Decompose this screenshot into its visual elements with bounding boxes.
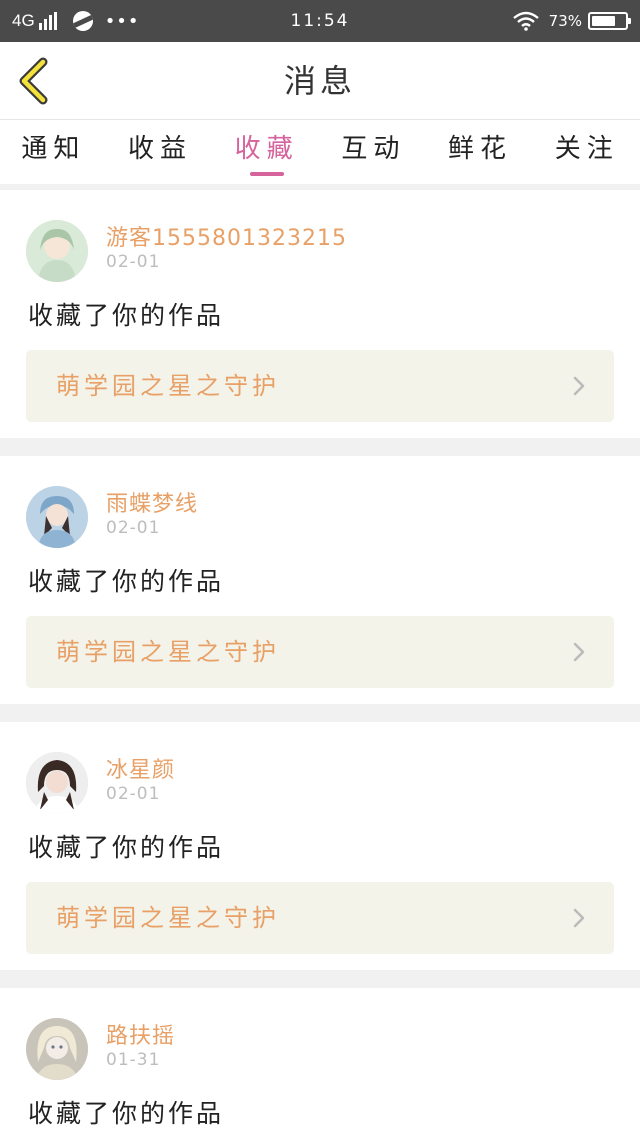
tab-flowers[interactable]: 鲜花 xyxy=(427,120,534,184)
avatar[interactable] xyxy=(26,752,88,814)
work-title: 萌学园之星之守护 xyxy=(56,904,280,932)
message-list: 游客15558013232​15 02-01 收藏了你的作品 萌学园之星之守护 … xyxy=(0,190,640,1138)
message-item: 游客15558013232​15 02-01 收藏了你的作品 萌学园之星之守护 xyxy=(0,190,640,438)
message-date: 02-01 xyxy=(106,784,161,804)
work-link[interactable]: 萌学园之星之守护 xyxy=(26,616,614,688)
chevron-right-icon xyxy=(573,376,585,396)
work-title: 萌学园之星之守护 xyxy=(56,372,280,400)
work-title: 萌学园之星之守护 xyxy=(56,638,280,666)
username[interactable]: 雨蝶梦线 xyxy=(106,486,198,518)
message-date: 02-01 xyxy=(106,252,161,272)
username[interactable]: 路扶摇 xyxy=(106,1018,175,1050)
battery-level xyxy=(592,16,616,26)
chevron-right-icon xyxy=(573,642,585,662)
battery-icon xyxy=(588,12,631,30)
message-text: 收藏了你的作品 xyxy=(28,1099,225,1128)
message-item: 雨蝶梦线 02-01 收藏了你的作品 萌学园之星之守护 xyxy=(0,456,640,704)
message-text: 收藏了你的作品 xyxy=(28,833,225,862)
battery-percent: 73% xyxy=(548,12,582,30)
page-title: 消息 xyxy=(283,62,356,100)
tab-bar: 通知 收益 收藏 互动 鲜花 关注 xyxy=(0,120,640,184)
tab-earnings[interactable]: 收益 xyxy=(107,120,214,184)
top-bar: 消息 xyxy=(0,42,640,120)
status-bar: 4G ••• 11:54 73% xyxy=(0,0,640,42)
work-link[interactable]: 萌学园之星之守护 xyxy=(26,882,614,954)
message-text: 收藏了你的作品 xyxy=(28,301,225,330)
tab-notifications[interactable]: 通知 xyxy=(0,120,107,184)
message-date: 01-31 xyxy=(106,1050,161,1070)
avatar[interactable] xyxy=(26,1018,88,1080)
chevron-right-icon xyxy=(573,908,585,928)
avatar[interactable] xyxy=(26,486,88,548)
wifi-icon xyxy=(512,11,539,31)
username[interactable]: 游客15558013232​15 xyxy=(106,220,347,252)
message-item: 路扶摇 01-31 收藏了你的作品 xyxy=(0,988,640,1138)
message-item: 冰星颜 02-01 收藏了你的作品 萌学园之星之守护 xyxy=(0,722,640,970)
tab-interactions[interactable]: 互动 xyxy=(320,120,427,184)
message-text: 收藏了你的作品 xyxy=(28,567,225,596)
status-right: 73% xyxy=(512,0,631,42)
work-link[interactable]: 萌学园之星之守护 xyxy=(26,350,614,422)
tab-favorites[interactable]: 收藏 xyxy=(213,120,320,184)
tab-following[interactable]: 关注 xyxy=(533,120,640,184)
username[interactable]: 冰星颜 xyxy=(106,752,175,784)
message-date: 02-01 xyxy=(106,518,161,538)
avatar[interactable] xyxy=(26,220,88,282)
